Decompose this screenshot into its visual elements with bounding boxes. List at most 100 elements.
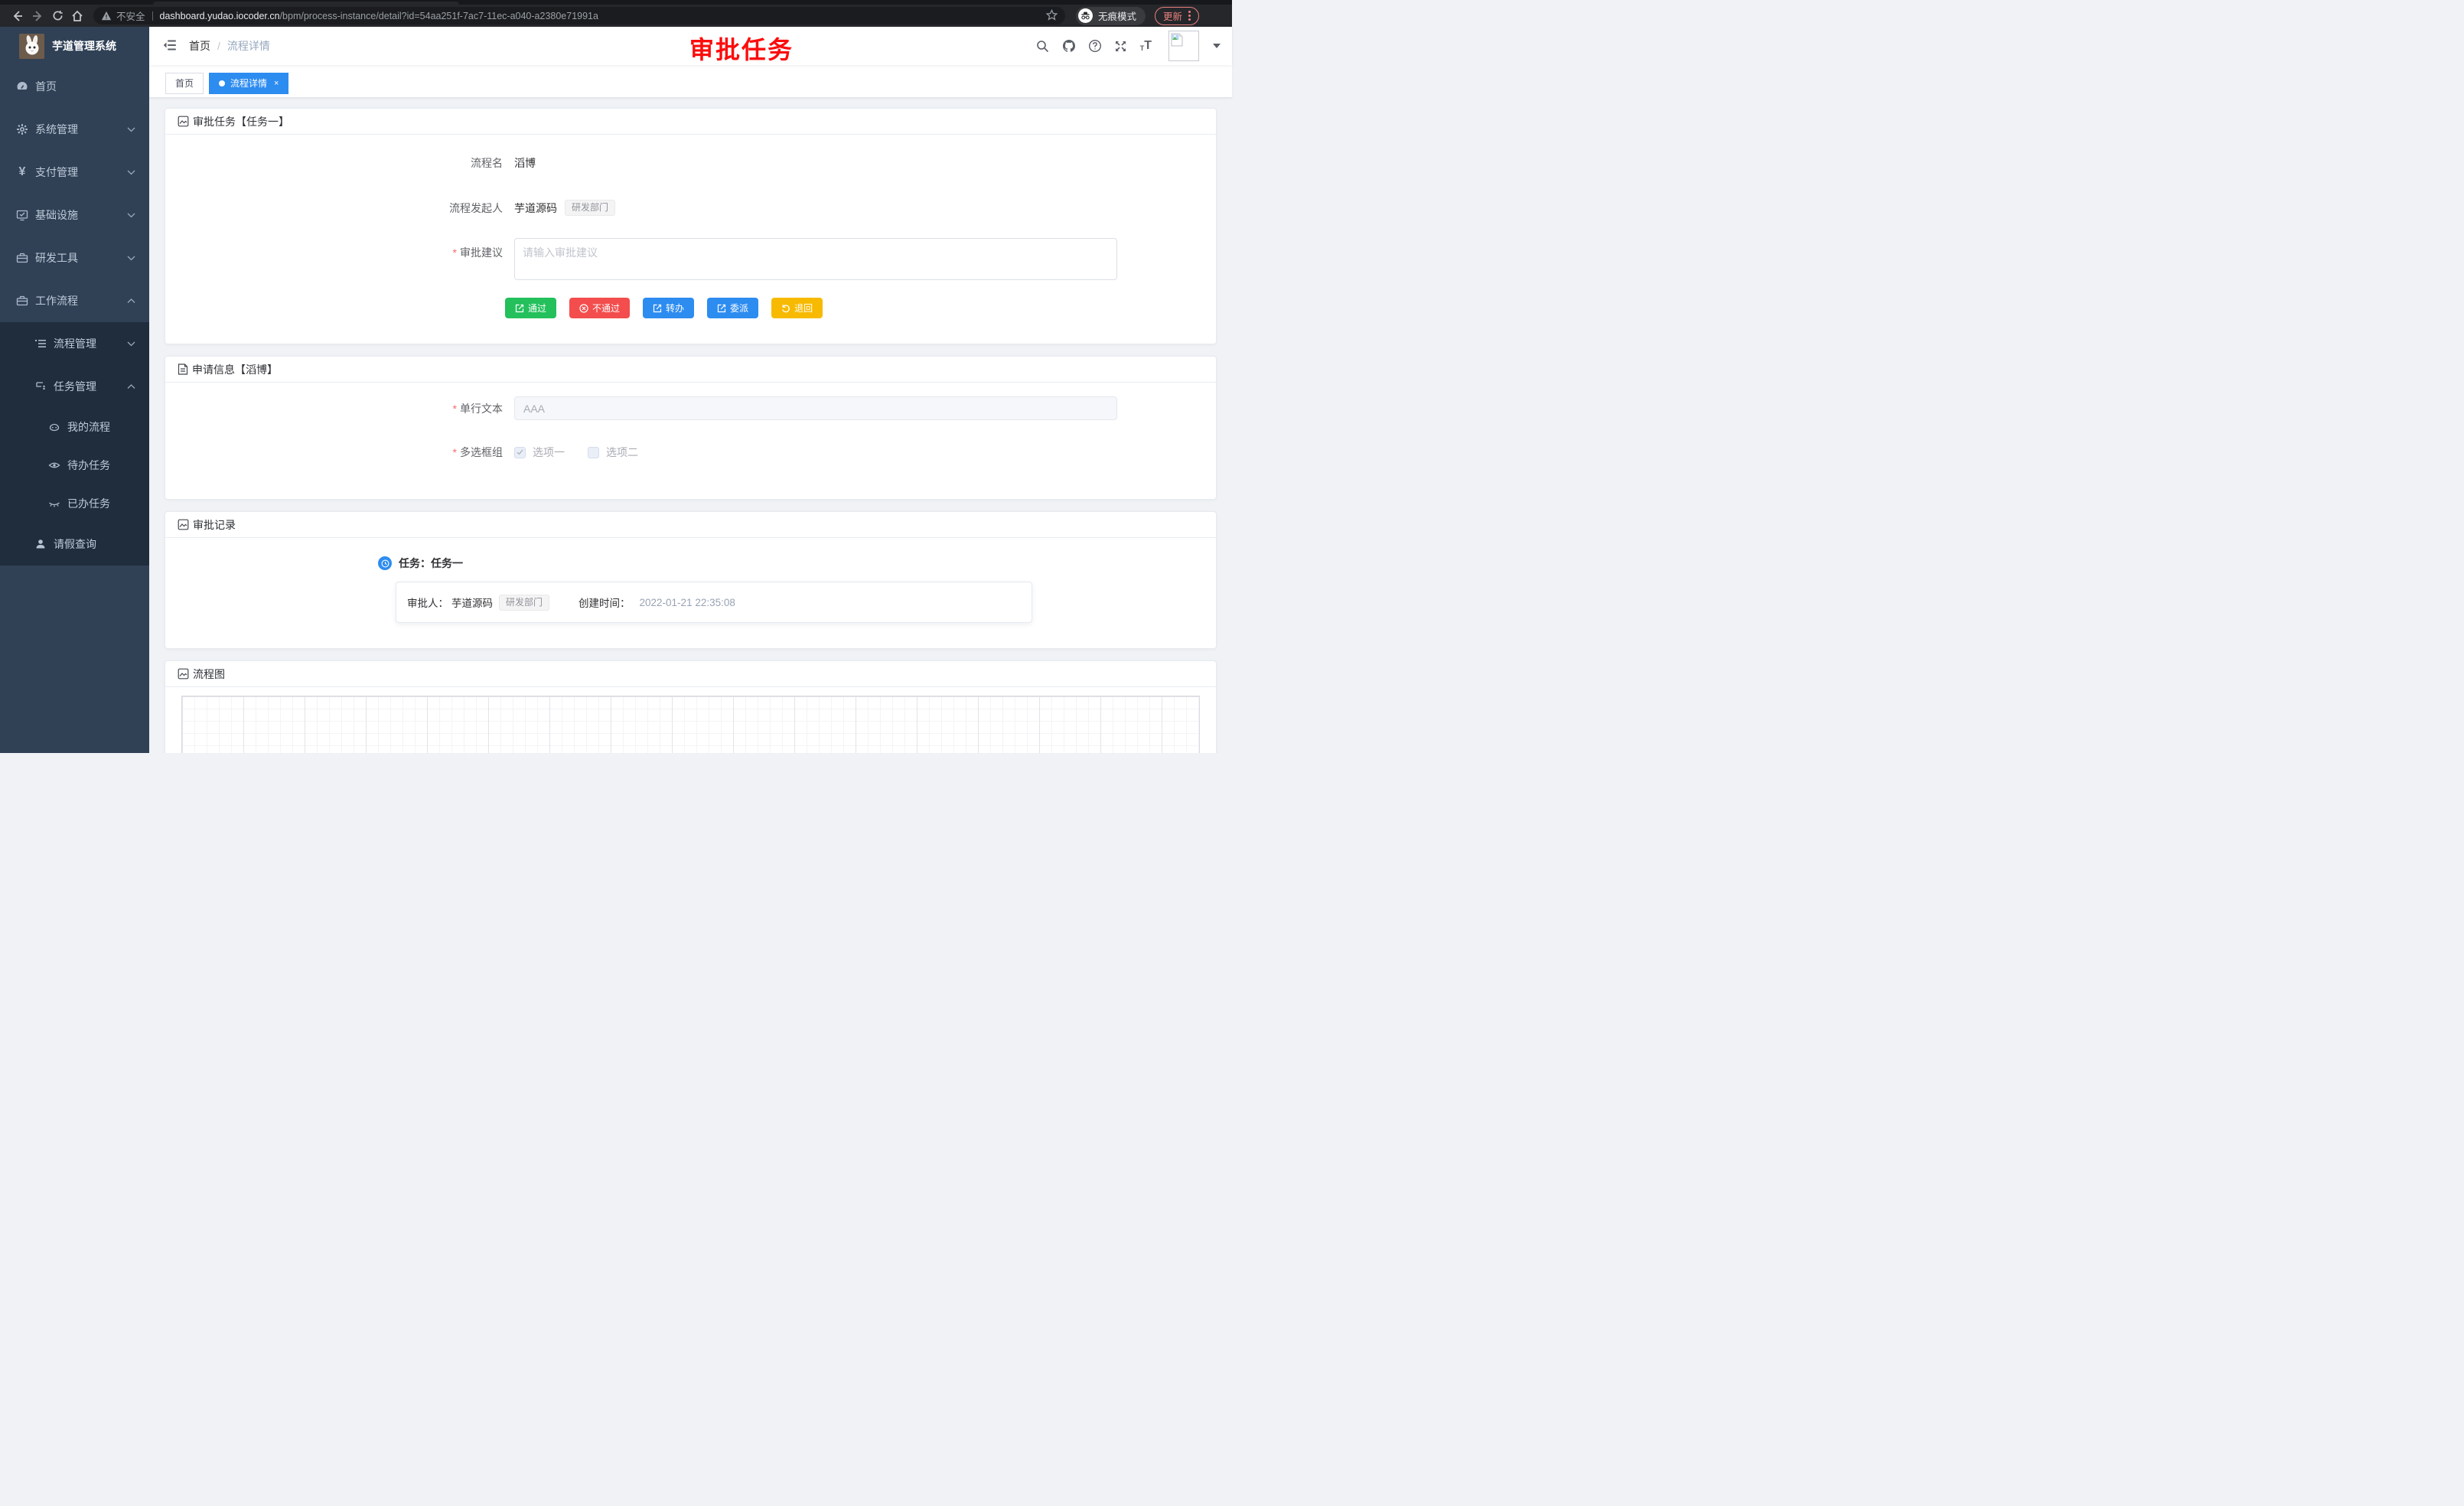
font-size-icon[interactable]: TT xyxy=(1140,40,1152,52)
document-icon xyxy=(178,363,188,375)
sidebar-item-done-tasks[interactable]: 已办任务 xyxy=(0,484,149,523)
sidebar-logo-row[interactable]: 芋道管理系统 xyxy=(0,27,149,65)
dept-tag: 研发部门 xyxy=(499,595,549,611)
required-asterisk: * xyxy=(453,446,457,458)
clock-icon xyxy=(378,556,392,570)
forward-icon[interactable] xyxy=(28,8,47,24)
browser-menu-icon[interactable] xyxy=(1188,11,1191,21)
chevron-down-icon xyxy=(127,213,135,218)
app-title: 芋道管理系统 xyxy=(52,38,116,54)
broken-image-icon xyxy=(1171,33,1183,47)
chevron-up-icon xyxy=(127,298,135,304)
update-button[interactable]: 更新 xyxy=(1155,7,1199,25)
initiator-value: 芋道源码 研发部门 xyxy=(514,200,615,216)
application-form: *单行文本 *多选框组 选项一 xyxy=(165,383,1216,499)
home-icon[interactable] xyxy=(67,8,87,24)
toolbox-icon xyxy=(16,252,28,264)
approve-button[interactable]: 通过 xyxy=(505,298,556,318)
close-icon[interactable]: × xyxy=(274,79,279,88)
flow-icon xyxy=(34,380,47,393)
browser-toolbar: 不安全 dashboard.yudao.iocoder.cn/bpm/proce… xyxy=(0,5,1232,27)
initiator-label: 流程发起人 xyxy=(165,200,512,216)
avatar-caret-icon[interactable] xyxy=(1213,44,1221,48)
hamburger-icon[interactable] xyxy=(163,39,177,54)
approval-task-card: 审批任务【任务一】 流程名 滔博 流程发起人 芋道源码 研发部门 xyxy=(165,108,1217,344)
sidebar-item-label: 待办任务 xyxy=(67,458,110,473)
github-icon[interactable] xyxy=(1062,39,1076,53)
suggestion-row: *审批建议 xyxy=(165,238,1216,280)
sidebar-item-process-mgmt[interactable]: 流程管理 xyxy=(0,322,149,365)
help-icon[interactable] xyxy=(1088,39,1102,53)
initiator-row: 流程发起人 芋道源码 研发部门 xyxy=(165,200,1216,216)
fullscreen-icon[interactable] xyxy=(1114,39,1128,53)
browser-active-tab[interactable] xyxy=(153,2,459,5)
single-text-label: *单行文本 xyxy=(165,401,512,416)
breadcrumb-current: 流程详情 xyxy=(227,38,270,54)
sidebar-item-todo-tasks[interactable]: 待办任务 xyxy=(0,446,149,484)
sidebar-item-leave-query[interactable]: 请假查询 xyxy=(0,523,149,566)
back-icon[interactable] xyxy=(8,8,28,24)
chevron-down-icon xyxy=(127,341,135,347)
chevron-down-icon xyxy=(127,170,135,175)
sidebar-item-payment[interactable]: ¥ 支付管理 xyxy=(0,151,149,194)
sidebar-item-infrastructure[interactable]: 基础设施 xyxy=(0,194,149,236)
approval-record-card: 审批记录 任务：任务一 审批人： 芋道源码 研发部门 创建时间： 2022-01 xyxy=(165,511,1217,649)
breadcrumb: 首页 / 流程详情 xyxy=(189,38,270,54)
sidebar-item-label: 首页 xyxy=(35,79,57,94)
assignee-value: 芋道源码 xyxy=(451,595,493,610)
suggestion-label: *审批建议 xyxy=(165,238,512,260)
sidebar-item-dev-tools[interactable]: 研发工具 xyxy=(0,236,149,279)
workflow-submenu: 流程管理 任务管理 我的流程 待办任务 已办 xyxy=(0,322,149,566)
bookmark-star-icon[interactable] xyxy=(1046,9,1058,23)
dashboard-icon xyxy=(16,80,28,93)
browser-chrome: 不安全 dashboard.yudao.iocoder.cn/bpm/proce… xyxy=(0,0,1232,27)
security-label: 不安全 xyxy=(116,8,145,23)
address-bar[interactable]: 不安全 dashboard.yudao.iocoder.cn/bpm/proce… xyxy=(93,7,1065,24)
incognito-badge: 无痕模式 xyxy=(1076,7,1146,25)
single-text-row: *单行文本 xyxy=(165,396,1216,420)
checkbox-group-row: *多选框组 选项一 选项二 xyxy=(165,445,1216,460)
tab-home[interactable]: 首页 xyxy=(165,73,204,94)
transfer-button[interactable]: 转办 xyxy=(643,298,694,318)
process-name-value: 滔博 xyxy=(514,155,536,171)
search-icon[interactable] xyxy=(1036,39,1050,53)
sidebar-item-task-mgmt[interactable]: 任务管理 xyxy=(0,365,149,408)
circle-close-icon xyxy=(579,304,588,313)
card-title: 审批记录 xyxy=(193,517,236,533)
sidebar-item-workflow[interactable]: 工作流程 xyxy=(0,279,149,322)
suggestion-textarea[interactable] xyxy=(514,238,1117,280)
checkbox-group: 选项一 选项二 xyxy=(514,445,638,460)
bpmn-canvas[interactable] xyxy=(181,696,1200,753)
record-detail-box: 审批人： 芋道源码 研发部门 创建时间： 2022-01-21 22:35:08 xyxy=(396,582,1032,623)
reload-icon[interactable] xyxy=(47,8,67,24)
breadcrumb-home[interactable]: 首页 xyxy=(189,38,210,54)
avatar[interactable] xyxy=(1168,31,1199,61)
tab-label: 首页 xyxy=(175,77,194,90)
checkbox-label: 选项二 xyxy=(606,445,638,460)
single-text-input xyxy=(514,396,1117,420)
sidebar-item-label: 基础设施 xyxy=(35,207,78,223)
return-button[interactable]: 退回 xyxy=(771,298,823,318)
monitor-check-icon xyxy=(16,209,28,221)
tab-process-detail[interactable]: 流程详情 × xyxy=(209,73,288,94)
edit-icon xyxy=(653,304,662,313)
url-text: dashboard.yudao.iocoder.cn/bpm/process-i… xyxy=(160,11,598,21)
sidebar-item-home[interactable]: 首页 xyxy=(0,65,149,108)
reject-button[interactable]: 不通过 xyxy=(569,298,630,318)
picture-icon xyxy=(178,519,189,530)
top-navbar: 首页 / 流程详情 审批任务 TT xyxy=(149,27,1232,65)
delegate-button[interactable]: 委派 xyxy=(707,298,758,318)
sidebar-item-system[interactable]: 系统管理 xyxy=(0,108,149,151)
list-tree-icon xyxy=(34,337,47,350)
checkbox-unchecked-icon xyxy=(588,447,599,458)
dept-tag: 研发部门 xyxy=(565,200,615,216)
checkbox-option-2: 选项二 xyxy=(588,445,638,460)
diagram-body xyxy=(165,687,1216,753)
sidebar-item-label: 任务管理 xyxy=(54,379,96,394)
incognito-icon xyxy=(1078,8,1093,23)
card-header: 申请信息【滔博】 xyxy=(165,357,1216,383)
active-tab-dot xyxy=(219,80,225,86)
checkbox-checked-icon xyxy=(514,447,526,458)
sidebar-item-my-process[interactable]: 我的流程 xyxy=(0,408,149,446)
url-divider xyxy=(152,11,153,21)
